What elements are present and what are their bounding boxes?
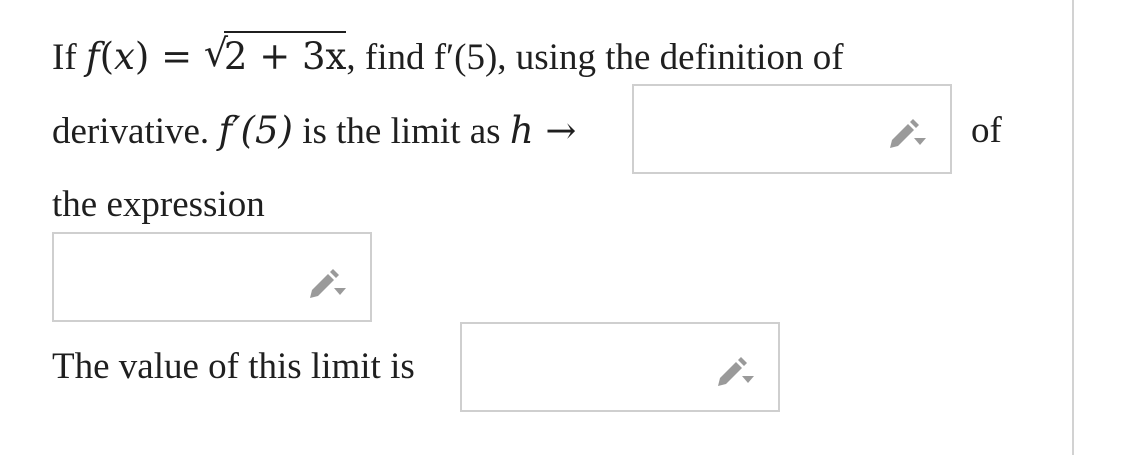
limit-target-input[interactable] xyxy=(632,84,952,174)
math-x: x xyxy=(114,35,135,78)
math-arrow: → xyxy=(533,109,577,152)
math-radicand: 2 + 3x xyxy=(223,31,347,78)
math-sqrt: √ 2 + 3x xyxy=(204,31,347,78)
math-fprime-5: f′(5) xyxy=(218,109,293,152)
math-f: f xyxy=(85,35,100,78)
question-panel: If f(x) = √ 2 + 3x, find f′(5), using the… xyxy=(0,0,1074,455)
radical-sign: √ xyxy=(203,31,229,75)
question-line-1: If f(x) = √ 2 + 3x, find f′(5), using the… xyxy=(52,31,844,78)
expression-input[interactable] xyxy=(52,232,372,322)
text-find: , find f′(5), using the definition of xyxy=(346,37,844,78)
question-line-4: The value of this limit is xyxy=(52,346,415,387)
math-paren-close-eq: ) = xyxy=(134,35,204,78)
question-line-3: the expression xyxy=(52,184,265,225)
limit-value-input[interactable] xyxy=(460,322,780,412)
pencil-dropdown-icon[interactable] xyxy=(306,266,346,300)
text-of: of xyxy=(971,110,1002,151)
math-h: h xyxy=(509,109,534,152)
math-paren-open: ( xyxy=(99,35,115,78)
text-limit-as: is the limit as xyxy=(292,111,510,152)
question-line-2: derivative. f′(5) is the limit as h → xyxy=(52,112,576,150)
pencil-dropdown-icon[interactable] xyxy=(714,354,754,388)
text-derivative: derivative. xyxy=(52,111,219,152)
text-if: If xyxy=(52,37,86,78)
pencil-dropdown-icon[interactable] xyxy=(886,116,926,150)
